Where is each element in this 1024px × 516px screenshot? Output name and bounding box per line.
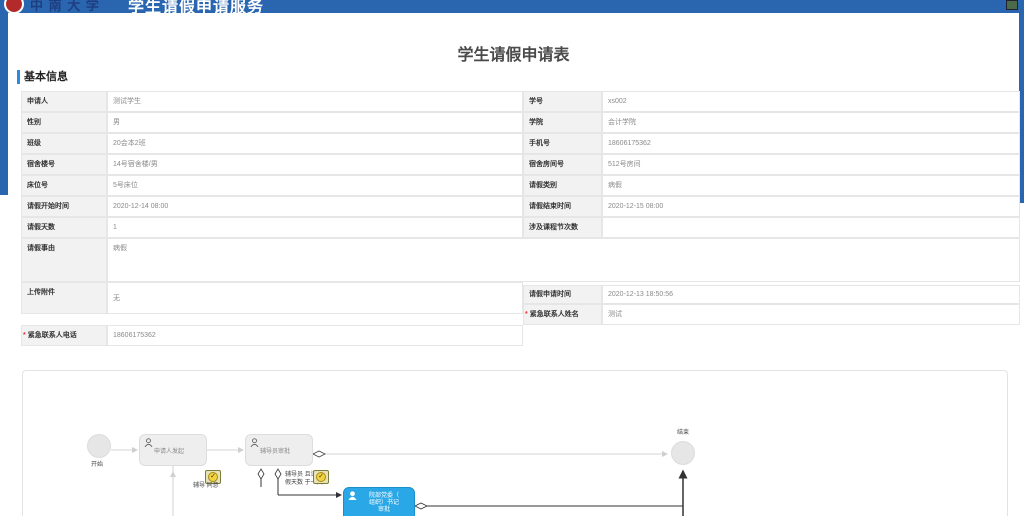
brand-mark: 中 南 大 学 — [30, 0, 100, 13]
start-label: 开始 — [91, 462, 104, 468]
value-dorm-building: 14号宿舍楼/男 — [107, 154, 523, 175]
user-icon — [250, 438, 259, 447]
table-row: 性别 男 学院 会计学院 — [21, 112, 1020, 133]
value-student-id: xs002 — [602, 91, 1020, 112]
app-title: 学生请假申请服务 — [128, 0, 265, 13]
node-applicant-initiate[interactable]: 申请人发起 — [139, 434, 207, 466]
end-label: 结束 — [677, 430, 690, 436]
value-leave-type: 病假 — [602, 175, 1020, 196]
user-icon — [144, 438, 153, 447]
emergency-phone-label-text: 紧急联系人电话 — [27, 332, 77, 339]
label-course-count: 涉及课程节次数 — [523, 217, 602, 238]
label-apply-time: 请假申请时间 — [523, 285, 602, 304]
section-title-basic-info: 基本信息 — [17, 70, 68, 84]
label-dorm-room: 宿舍房间号 — [523, 154, 602, 175]
table-row: 班级 20会本2班 手机号 18606175362 — [21, 133, 1020, 154]
label-dorm-building: 宿舍楼号 — [21, 154, 107, 175]
value-apply-time: 2020-12-13 18:50:56 — [602, 285, 1020, 304]
condition-label-counselor-agree: 辅导 同意 — [193, 483, 219, 489]
value-emergency-name: 测试 — [602, 304, 1020, 325]
value-reason: 病假 — [107, 238, 1020, 282]
table-row: 申请人 测试学生 学号 xs002 — [21, 91, 1020, 112]
approval-flow-diagram: 开始 申请人发起 辅导员审批 ✓ 辅导 同意 辅导员 且请 假天数 于一天 ✓ … — [22, 370, 1008, 516]
label-reason: 请假事由 — [21, 238, 107, 282]
start-event-node[interactable] — [87, 434, 111, 458]
user-avatar-icon[interactable] — [1006, 0, 1018, 10]
label-leave-days: 请假天数 — [21, 217, 107, 238]
table-row: 请假天数 1 涉及课程节次数 — [21, 217, 1020, 238]
label-leave-type: 请假类别 — [523, 175, 602, 196]
emergency-name-label-text: 紧急联系人姓名 — [529, 311, 579, 318]
value-start-time: 2020-12-14 08:00 — [107, 196, 523, 217]
value-course-count — [602, 217, 1020, 238]
table-row-emergency-phone: * 紧急联系人电话 18606175362 — [21, 325, 1020, 346]
end-event-node[interactable] — [671, 441, 695, 465]
required-mark: * — [23, 332, 26, 339]
value-college: 会计学院 — [602, 112, 1020, 133]
form-title: 学生请假申请表 — [457, 47, 570, 64]
label-phone: 手机号 — [523, 133, 602, 154]
table-row-reason: 请假事由 病假 — [21, 238, 1020, 282]
label-gender: 性别 — [21, 112, 107, 133]
label-start-time: 请假开始时间 — [21, 196, 107, 217]
left-frame-strip — [0, 13, 8, 195]
table-row-apply-time: 请假申请时间 2020-12-13 18:50:56 — [21, 285, 1020, 304]
value-gender: 男 — [107, 112, 523, 133]
label-emergency-phone: * 紧急联系人电话 — [21, 325, 107, 346]
value-leave-days: 1 — [107, 217, 523, 238]
table-row: 请假开始时间 2020-12-14 08:00 请假结束时间 2020-12-1… — [21, 196, 1020, 217]
table-row: 床位号 5号床位 请假类别 病假 — [21, 175, 1020, 196]
header-bar: 中 南 大 学 学生请假申请服务 — [0, 0, 1024, 13]
label-college: 学院 — [523, 112, 602, 133]
required-mark: * — [525, 311, 528, 318]
value-class: 20会本2班 — [107, 133, 523, 154]
value-emergency-phone: 18606175362 — [107, 325, 523, 346]
university-logo — [4, 0, 24, 13]
value-applicant: 测试学生 — [107, 91, 523, 112]
node-counselor-approve[interactable]: 辅导员审批 — [245, 434, 313, 466]
label-emergency-name: * 紧急联系人姓名 — [523, 304, 602, 325]
value-phone: 18606175362 — [602, 133, 1020, 154]
node-applicant-label: 申请人发起 — [154, 449, 185, 455]
condition-check-icon[interactable]: ✓ — [313, 470, 329, 484]
table-row: 宿舍楼号 14号宿舍楼/男 宿舍房间号 512号房间 — [21, 154, 1020, 175]
node-college-secretary-approve[interactable]: 院部党委（ 组织）书记 审批 — [343, 487, 415, 516]
node-counselor-label: 辅导员审批 — [260, 449, 291, 455]
value-end-time: 2020-12-15 08:00 — [602, 196, 1020, 217]
table-row-emergency-name: * 紧急联系人姓名 测试 — [21, 304, 1020, 325]
label-bed: 床位号 — [21, 175, 107, 196]
value-dorm-room: 512号房间 — [602, 154, 1020, 175]
value-bed: 5号床位 — [107, 175, 523, 196]
label-end-time: 请假结束时间 — [523, 196, 602, 217]
label-student-id: 学号 — [523, 91, 602, 112]
label-applicant: 申请人 — [21, 91, 107, 112]
label-class: 班级 — [21, 133, 107, 154]
node-college-secretary-label: 院部党委（ 组织）书记 审批 — [368, 493, 399, 513]
